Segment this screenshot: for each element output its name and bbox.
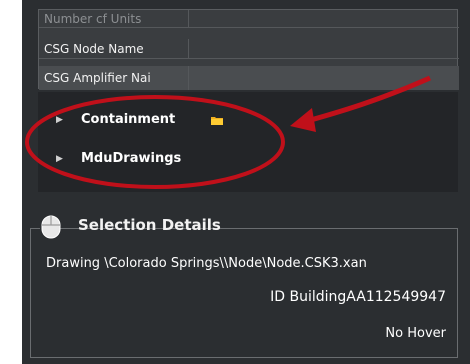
selection-details-header: Selection Details [40, 212, 221, 240]
mouse-icon [41, 215, 61, 239]
property-grid: Number cf Units CSG Node Name CSG Amplif… [38, 9, 459, 90]
property-row[interactable]: CSG Node Name [39, 39, 459, 59]
expand-arrow-icon[interactable]: ▶ [56, 147, 63, 171]
property-row[interactable]: CSG Amplifier Nai [39, 66, 459, 90]
tree-item-label: MduDrawings [81, 151, 182, 166]
property-label: Number cf Units [39, 10, 189, 27]
folder-icon [211, 117, 223, 125]
tree-item-mdudrawings[interactable]: ▶ MduDrawings [38, 147, 338, 171]
tree-item-label: Containment [81, 112, 176, 127]
section-title: Selection Details [78, 216, 221, 234]
property-label: CSG Amplifier Nai [39, 66, 189, 90]
tree-item-containment[interactable]: ▶ Containment [38, 108, 338, 132]
property-label: CSG Node Name [39, 39, 189, 58]
expand-arrow-icon[interactable]: ▶ [56, 108, 63, 132]
selection-id: ID BuildingAA112549947 [270, 289, 446, 305]
property-row[interactable]: Number cf Units [39, 10, 459, 28]
hover-status: No Hover [385, 326, 446, 341]
drawing-path: Drawing \Colorado Springs\\Node\Node.CSK… [46, 256, 367, 271]
drawing-tree: ▶ Containment ▶ MduDrawings [38, 92, 458, 192]
